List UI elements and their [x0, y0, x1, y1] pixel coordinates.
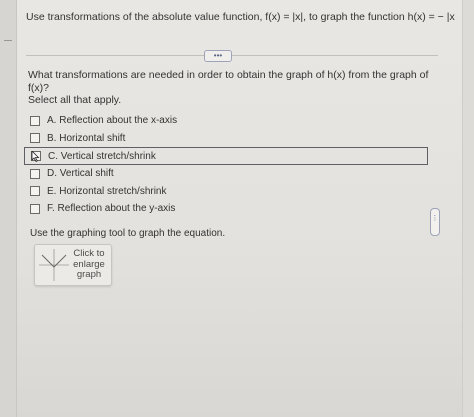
header-divider: [26, 55, 438, 56]
option-label: A. Reflection about the x-axis: [47, 115, 178, 127]
option-b[interactable]: B. Horizontal shift: [30, 130, 430, 148]
graph-tool-note: Use the graphing tool to graph the equat…: [30, 228, 226, 239]
option-a[interactable]: A. Reflection about the x-axis: [30, 112, 430, 130]
graph-thumb-icon: [39, 249, 69, 281]
answer-options: A. Reflection about the x-axis B. Horizo…: [24, 112, 430, 218]
checkbox[interactable]: [30, 186, 40, 197]
checkbox[interactable]: [30, 168, 40, 179]
left-rail: [0, 0, 17, 417]
option-label: C. Vertical stretch/shrink: [48, 150, 156, 162]
graph-thumbnail[interactable]: Click to enlarge graph: [34, 244, 112, 286]
question-header: Use transformations of the absolute valu…: [26, 11, 456, 23]
expand-handle[interactable]: •••: [204, 50, 232, 62]
question-page: Use transformations of the absolute valu…: [0, 0, 474, 417]
option-d[interactable]: D. Vertical shift: [30, 165, 430, 183]
graph-thumb-label: Click to enlarge graph: [73, 248, 105, 280]
checkbox[interactable]: [30, 203, 40, 214]
prompt: What transformations are needed in order…: [28, 69, 438, 107]
option-e[interactable]: E. Horizontal stretch/shrink: [30, 183, 430, 201]
rail-tick: [4, 40, 12, 41]
prompt-line-2: Select all that apply.: [28, 94, 122, 106]
option-label: F. Reflection about the y-axis: [47, 203, 176, 215]
option-label: D. Vertical shift: [47, 168, 114, 180]
checkbox[interactable]: [30, 115, 40, 126]
option-label: E. Horizontal stretch/shrink: [47, 185, 167, 197]
option-label: B. Horizontal shift: [47, 132, 126, 144]
checkbox[interactable]: [30, 133, 40, 144]
side-scroll-handle[interactable]: ⋮: [430, 208, 440, 236]
option-f[interactable]: F. Reflection about the y-axis: [30, 200, 430, 218]
right-edge: [462, 0, 474, 417]
prompt-line-1: What transformations are needed in order…: [28, 69, 429, 94]
option-c[interactable]: C. Vertical stretch/shrink: [24, 147, 428, 165]
cursor-icon: [31, 150, 40, 163]
